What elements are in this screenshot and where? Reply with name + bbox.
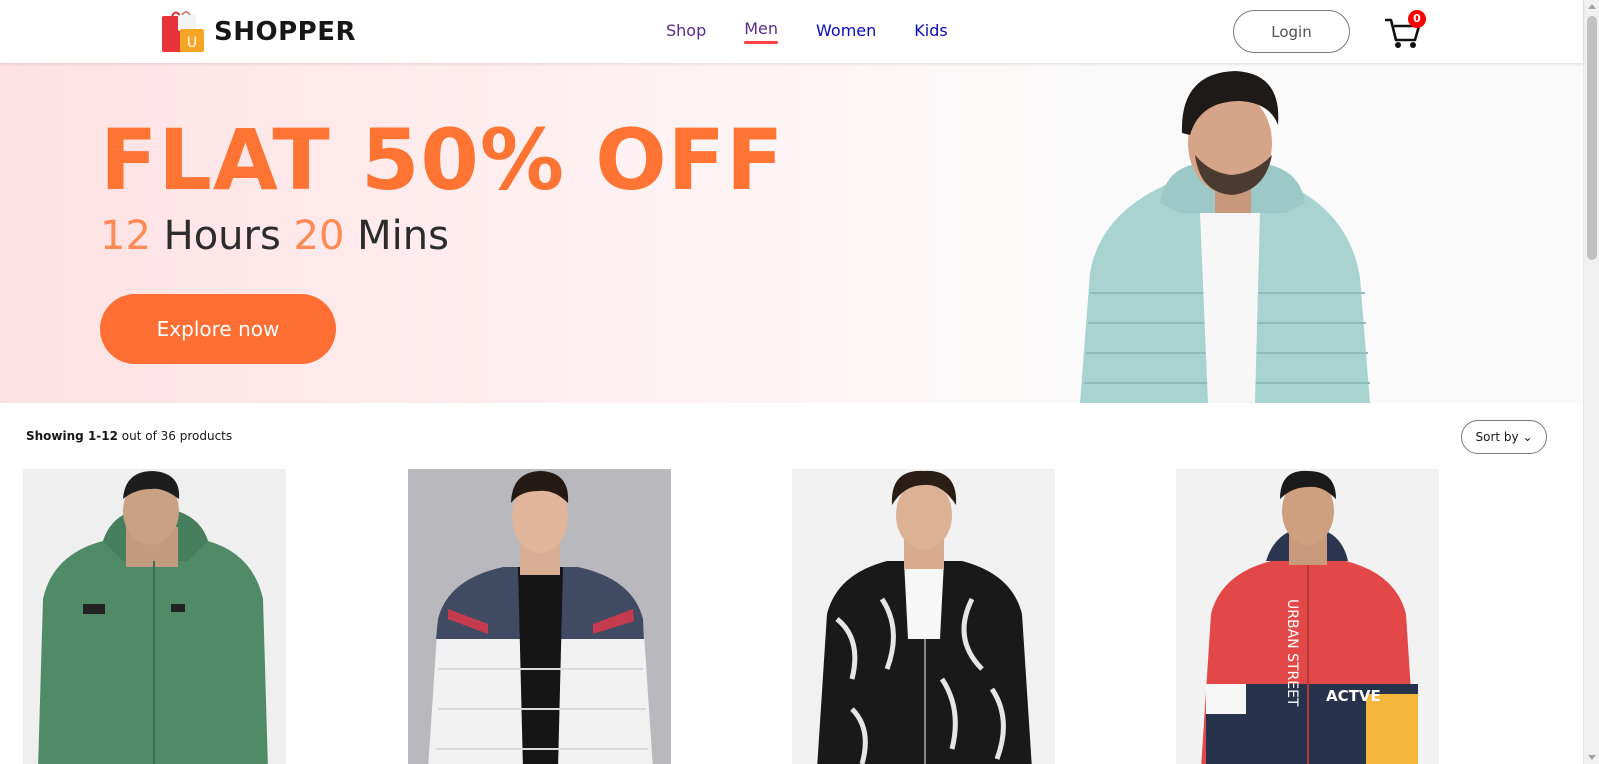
svg-text:U: U [187, 35, 197, 51]
hero-model-image [1080, 71, 1370, 403]
countdown-hours: 12 [100, 213, 151, 259]
product-image: URBAN STREET ACTVE [1176, 469, 1439, 764]
results-total: out of 36 products [121, 429, 233, 443]
sort-by-dropdown[interactable]: Sort by ⌄ [1461, 420, 1547, 454]
nav-item-kids[interactable]: Kids [914, 21, 947, 40]
explore-now-button[interactable]: Explore now [100, 294, 336, 364]
product-image [408, 469, 671, 764]
countdown-mins-label: Mins [357, 213, 449, 259]
product-card[interactable] [792, 469, 1055, 764]
scroll-down-arrow-icon[interactable] [1588, 755, 1596, 760]
main-nav: Shop Men Women Kids [666, 19, 986, 44]
results-range: Showing 1-12 [26, 429, 118, 443]
countdown-mins: 20 [293, 213, 345, 259]
brand-logo[interactable]: U SHOPPER [160, 10, 356, 54]
shopping-bag-icon: U [160, 10, 206, 54]
product-card[interactable]: URBAN STREET ACTVE [1176, 469, 1439, 764]
cart-count-badge: 0 [1408, 10, 1426, 28]
product-image [23, 469, 286, 764]
active-underline [744, 41, 779, 44]
hero-banner: FLAT 50% OFF 12 Hours 20 Mins Explore no… [0, 63, 1583, 403]
sort-by-label: Sort by [1475, 430, 1519, 444]
svg-text:ACTVE: ACTVE [1326, 687, 1381, 705]
navbar: U SHOPPER Shop Men Women Kids Login 0 [0, 0, 1583, 63]
nav-item-label: Kids [914, 21, 948, 40]
chevron-down-icon: ⌄ [1522, 430, 1533, 444]
nav-item-shop[interactable]: Shop [666, 21, 706, 40]
hero-countdown: 12 Hours 20 Mins [100, 213, 449, 259]
login-button[interactable]: Login [1233, 10, 1350, 53]
svg-text:URBAN STREET: URBAN STREET [1284, 599, 1300, 707]
scroll-thumb[interactable] [1587, 16, 1597, 260]
nav-item-label: Men [744, 19, 779, 38]
cart-button[interactable]: 0 [1383, 10, 1426, 50]
nav-item-men[interactable]: Men [744, 19, 779, 44]
brand-name: SHOPPER [214, 17, 356, 47]
product-card[interactable] [408, 469, 671, 764]
nav-item-women[interactable]: Women [816, 21, 876, 40]
nav-item-label: Women [816, 21, 877, 40]
page-scrollbar[interactable] [1583, 0, 1599, 764]
hero-title: FLAT 50% OFF [100, 111, 785, 209]
nav-item-label: Shop [666, 21, 707, 40]
countdown-hours-label: Hours [163, 213, 281, 259]
results-count: Showing 1-12 out of 36 products [26, 429, 232, 443]
product-image [792, 469, 1055, 764]
product-card[interactable] [23, 469, 286, 764]
product-grid: URBAN STREET ACTVE [0, 469, 1583, 764]
scroll-up-arrow-icon[interactable] [1588, 4, 1596, 9]
